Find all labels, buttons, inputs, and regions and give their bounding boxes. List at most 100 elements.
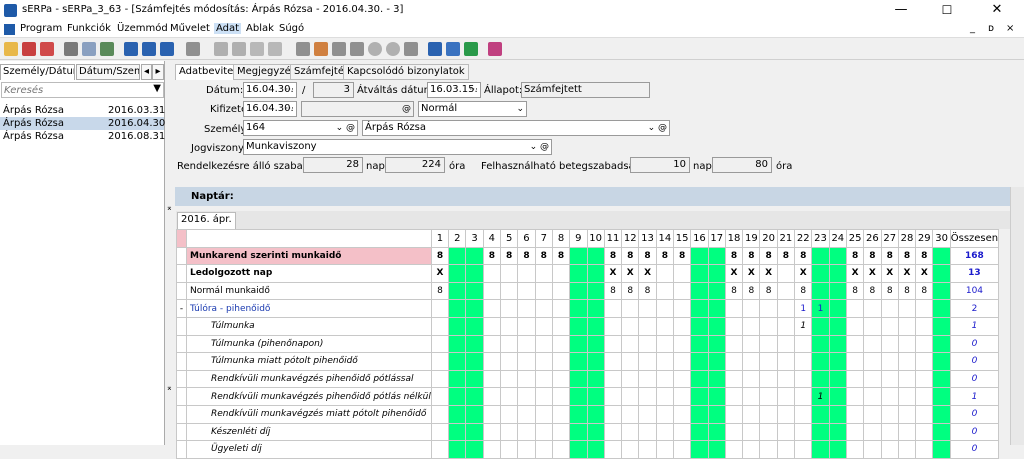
day-cell[interactable] bbox=[794, 352, 813, 371]
day-cell[interactable] bbox=[794, 369, 813, 389]
day-cell[interactable] bbox=[534, 334, 553, 354]
splitter[interactable]: ⌅ ⌅ bbox=[165, 61, 175, 445]
day-cell[interactable] bbox=[863, 299, 882, 318]
day-cell[interactable] bbox=[811, 246, 830, 266]
atvaltas-field[interactable]: 16.03.15. ··· bbox=[427, 82, 481, 98]
day-cell[interactable] bbox=[569, 369, 588, 389]
day-cell[interactable] bbox=[724, 299, 744, 318]
day-cell[interactable] bbox=[534, 352, 553, 371]
day-cell[interactable] bbox=[863, 352, 882, 371]
day-cell[interactable]: X bbox=[897, 264, 917, 283]
day-cell[interactable] bbox=[430, 440, 450, 459]
day-cell[interactable] bbox=[880, 334, 899, 354]
day-cell[interactable] bbox=[776, 422, 796, 442]
day-cell[interactable] bbox=[707, 316, 726, 336]
day-cell[interactable] bbox=[603, 352, 623, 371]
day-cell[interactable] bbox=[551, 387, 571, 406]
table-row[interactable]: Rendkívüli munkavégzés pihenőidő pótláss… bbox=[176, 369, 1000, 389]
day-cell[interactable] bbox=[690, 422, 709, 442]
table-row[interactable]: Ledolgozott nap X X X X X X X X X X X X X 13 bbox=[176, 264, 1000, 283]
day-cell[interactable] bbox=[724, 369, 744, 389]
day-cell[interactable] bbox=[465, 299, 484, 318]
day-cell[interactable] bbox=[638, 299, 657, 318]
day-cell[interactable] bbox=[603, 422, 623, 442]
day-cell[interactable] bbox=[551, 440, 571, 459]
date-picker-icon[interactable]: ··· bbox=[285, 102, 294, 116]
day-cell[interactable] bbox=[828, 264, 847, 283]
day-cell[interactable] bbox=[638, 316, 657, 336]
day-cell[interactable] bbox=[811, 422, 830, 442]
day-cell[interactable] bbox=[586, 440, 605, 459]
day-cell[interactable] bbox=[845, 387, 865, 406]
day-cell[interactable] bbox=[603, 334, 623, 354]
day-cell[interactable] bbox=[465, 352, 484, 371]
calendar-icon[interactable] bbox=[404, 42, 418, 56]
day-cell[interactable] bbox=[880, 316, 899, 336]
day-cell[interactable] bbox=[586, 316, 605, 336]
day-cell[interactable] bbox=[828, 281, 847, 301]
scrollbar[interactable] bbox=[1010, 187, 1024, 445]
day-cell[interactable] bbox=[932, 422, 951, 442]
tab-kapcsolodo[interactable]: Kapcsolódó bizonylatok bbox=[343, 64, 469, 80]
table-row[interactable]: Túlmunka (pihenőnapon) 0 bbox=[176, 334, 1000, 354]
day-cell[interactable]: 8 bbox=[517, 246, 536, 266]
day-cell[interactable] bbox=[655, 404, 674, 424]
day-cell[interactable] bbox=[672, 422, 692, 442]
day-cell[interactable] bbox=[621, 334, 640, 354]
day-cell[interactable] bbox=[742, 316, 761, 336]
attach-icon[interactable]: @ bbox=[402, 102, 411, 116]
delete-icon[interactable] bbox=[40, 42, 54, 56]
day-cell[interactable] bbox=[707, 352, 726, 371]
day-cell[interactable] bbox=[482, 264, 502, 283]
day-cell[interactable] bbox=[569, 422, 588, 442]
day-cell[interactable] bbox=[845, 299, 865, 318]
day-cell[interactable] bbox=[534, 264, 553, 283]
date-picker-icon[interactable]: ··· bbox=[285, 83, 294, 97]
day-cell[interactable] bbox=[655, 369, 674, 389]
day-cell[interactable] bbox=[828, 352, 847, 371]
day-cell[interactable]: 8 bbox=[880, 246, 899, 266]
list-icon[interactable] bbox=[160, 42, 174, 56]
filter-icon[interactable]: ▼ bbox=[153, 83, 161, 94]
day-cell[interactable] bbox=[500, 369, 519, 389]
day-cell[interactable] bbox=[603, 387, 623, 406]
day-cell[interactable] bbox=[534, 299, 553, 318]
day-cell[interactable] bbox=[586, 299, 605, 318]
day-cell[interactable] bbox=[794, 422, 813, 442]
day-cell[interactable] bbox=[482, 422, 502, 442]
day-cell[interactable] bbox=[897, 404, 917, 424]
mdi-restore-button[interactable]: ᴅ bbox=[988, 23, 994, 34]
chevron-down-icon[interactable]: ⌄ @ bbox=[530, 140, 549, 154]
day-cell[interactable] bbox=[603, 299, 623, 318]
day-cell[interactable] bbox=[672, 299, 692, 318]
day-cell[interactable] bbox=[517, 334, 536, 354]
day-cell[interactable]: 8 bbox=[672, 246, 692, 266]
day-cell[interactable] bbox=[448, 404, 467, 424]
day-cell[interactable] bbox=[586, 404, 605, 424]
day-cell[interactable]: 8 bbox=[724, 246, 744, 266]
day-cell[interactable] bbox=[500, 422, 519, 442]
day-cell[interactable] bbox=[448, 352, 467, 371]
close-button[interactable]: ✕ bbox=[974, 0, 1020, 21]
day-cell[interactable]: 8 bbox=[500, 246, 519, 266]
day-cell[interactable] bbox=[897, 316, 917, 336]
day-cell[interactable] bbox=[672, 334, 692, 354]
day-cell[interactable] bbox=[448, 440, 467, 459]
menu-sugo[interactable]: Súgó bbox=[279, 23, 304, 34]
day-cell[interactable]: 8 bbox=[794, 281, 813, 301]
search-icon[interactable] bbox=[232, 42, 246, 56]
day-cell[interactable] bbox=[482, 299, 502, 318]
day-cell[interactable] bbox=[517, 404, 536, 424]
day-cell[interactable] bbox=[569, 404, 588, 424]
day-cell[interactable] bbox=[586, 281, 605, 301]
day-cell[interactable] bbox=[448, 369, 467, 389]
day-cell[interactable] bbox=[828, 422, 847, 442]
day-cell[interactable] bbox=[690, 369, 709, 389]
day-cell[interactable] bbox=[534, 369, 553, 389]
day-cell[interactable] bbox=[430, 316, 450, 336]
list-item-selected[interactable]: Árpás Rózsa 2016.04.30 bbox=[0, 117, 165, 130]
search-input[interactable] bbox=[2, 83, 142, 97]
day-cell[interactable] bbox=[534, 281, 553, 301]
phone-icon[interactable] bbox=[464, 42, 478, 56]
menu-ablak[interactable]: Ablak bbox=[246, 23, 274, 34]
